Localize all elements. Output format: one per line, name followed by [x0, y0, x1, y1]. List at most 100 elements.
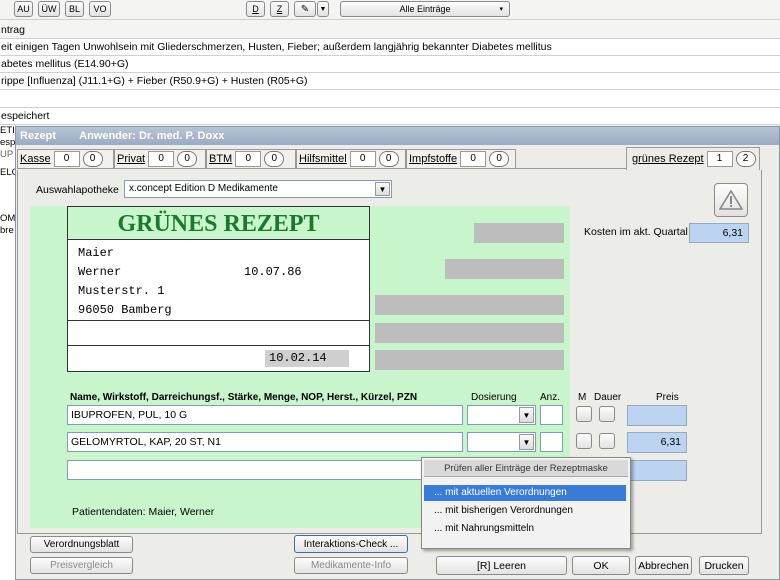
dosierung-select[interactable]: ▼ [467, 432, 536, 452]
prescription-date: 10.02.14 [265, 350, 349, 367]
dialog-title: Rezept [20, 130, 57, 142]
form-blank-row [68, 322, 369, 346]
patient-city: 96050 Bamberg [78, 303, 172, 317]
toolbar-button-z[interactable]: Z [270, 1, 289, 17]
preisvergleich-button: Preisvergleich [30, 557, 133, 574]
column-header-m: M [578, 392, 587, 403]
tab-circle-count: 0 [177, 151, 198, 167]
tab-label: BTM [209, 153, 233, 165]
apotheke-value: x.concept Edition D Medikamente [129, 183, 278, 194]
column-header-dauer: Dauer [594, 392, 622, 403]
record-row[interactable]: ntrag [0, 22, 780, 39]
toolbar-button-d[interactable]: D [246, 1, 265, 17]
record-row[interactable]: espeichert [0, 108, 780, 125]
tab-btm[interactable]: BTM 0 0 [206, 149, 296, 169]
price-cell [627, 405, 687, 426]
gray-field [375, 295, 564, 315]
column-header-name: Name, Wirkstoff, Darreichungsf., Stärke,… [70, 392, 418, 403]
side-label: bre [0, 225, 14, 236]
tab-impfstoffe[interactable]: Impfstoffe 0 0 [406, 149, 516, 169]
filter-dropdown[interactable]: Alle Einträge ▾ [340, 1, 510, 17]
gray-field [375, 350, 564, 370]
form-date-row: 10.02.14 [68, 347, 369, 371]
ok-button[interactable]: OK [572, 556, 630, 575]
tab-gruenes-rezept[interactable]: grünes Rezept 1 2 [626, 147, 760, 170]
chevron-down-icon[interactable]: ▼ [519, 434, 534, 450]
column-header-anz: Anz. [540, 392, 561, 403]
anzahl-input[interactable] [540, 405, 563, 425]
medikamente-info-button: Medikamente-Info [294, 557, 408, 574]
apotheke-select[interactable]: x.concept Edition D Medikamente ▼ [124, 180, 392, 198]
patient-firstname: Werner 10.07.86 [78, 263, 369, 282]
toolbar-button-uew[interactable]: ÜW [38, 1, 60, 17]
chevron-down-icon[interactable]: ▼ [375, 182, 390, 196]
patient-street: Musterstr. 1 [78, 284, 165, 298]
tab-circle-count: 2 [735, 151, 756, 167]
tab-hilfsmittel[interactable]: Hilfsmittel 0 0 [296, 149, 406, 169]
pencil-icon: ✎ [300, 3, 310, 15]
dialog-title-bar[interactable]: Rezept Anwender: Dr. med. P. Doxx [16, 127, 779, 145]
popup-item-bisherige[interactable]: ... mit bisherigen Verordnungen [424, 503, 626, 519]
tab-count: 0 [349, 151, 376, 167]
column-header-dosierung: Dosierung [471, 392, 517, 403]
tab-count: 0 [235, 151, 262, 167]
side-label: OM [0, 213, 16, 224]
side-label: ETI [0, 125, 15, 136]
popup-item-nahrungsmittel[interactable]: ... mit Nahrungsmitteln [424, 521, 626, 537]
side-label: UP [0, 149, 14, 160]
tab-circle-count: 0 [82, 151, 103, 167]
toolbar-button-bl[interactable]: BL [65, 1, 84, 17]
chevron-down-icon: ▾ [499, 6, 503, 13]
filter-value: Alle Einträge [399, 4, 451, 14]
leeren-button[interactable]: [R] Leeren [436, 556, 567, 575]
side-label: ELC [0, 167, 15, 178]
record-row[interactable] [0, 90, 780, 108]
record-row[interactable]: abetes mellitus (E14.90+G) [0, 56, 780, 73]
medication-name-input[interactable]: GELOMYRTOL, KAP, 20 ST, N1 [67, 432, 463, 452]
dauer-button[interactable] [599, 406, 615, 422]
gray-field [474, 223, 564, 243]
patient-address: Maier Werner 10.07.86 Musterstr. 1 96050… [68, 240, 369, 321]
prescription-form: GRÜNES REZEPT Maier Werner 10.07.86 Must… [67, 206, 370, 372]
patient-firstname-text: Werner [78, 265, 122, 279]
tab-label: Privat [117, 153, 146, 165]
interaktions-check-button[interactable]: Interaktions-Check ... [294, 535, 408, 553]
tab-circle-count: 0 [378, 151, 399, 167]
abbrechen-button[interactable]: Abbrechen [635, 556, 692, 575]
price-cell: 6,31 [627, 432, 687, 453]
form-title: GRÜNES REZEPT [68, 207, 369, 240]
record-row[interactable]: eit einigen Tagen Unwohlsein mit Glieder… [0, 39, 780, 56]
toolbar-button-vo[interactable]: VO [89, 1, 111, 17]
tab-privat[interactable]: Privat 0 0 [114, 149, 206, 169]
warning-button[interactable] [714, 183, 748, 217]
tab-label: Impfstoffe [409, 153, 458, 165]
dauer-button[interactable] [599, 433, 615, 449]
m-checkbox[interactable] [576, 433, 592, 449]
d-label: D [252, 4, 259, 14]
dialog-user: Anwender: Dr. med. P. Doxx [79, 130, 225, 142]
edit-dropdown-button[interactable]: ▼ [317, 1, 329, 17]
edit-icon-button[interactable]: ✎ [294, 1, 316, 17]
popup-item-aktuelle[interactable]: ... mit aktuellen Verordnungen [424, 485, 626, 501]
tab-kasse[interactable]: Kasse 0 0 [17, 149, 114, 169]
popup-header: Prüfen aller Einträge der Rezeptmaske [424, 460, 628, 477]
verordnungsblatt-button[interactable]: Verordnungsblatt [30, 536, 133, 553]
drucken-button[interactable]: Drucken [699, 556, 749, 575]
medication-name-input[interactable]: IBUPROFEN, PUL, 10 G [67, 405, 463, 425]
tab-label: Hilfsmittel [299, 153, 347, 165]
chevron-down-icon[interactable]: ▼ [519, 407, 534, 423]
anzahl-input[interactable] [540, 432, 563, 452]
interaktions-popup-menu: Prüfen aller Einträge der Rezeptmaske ..… [421, 457, 631, 549]
tab-circle-count: 0 [264, 151, 285, 167]
side-label [0, 183, 15, 213]
tab-label: Kasse [20, 153, 51, 165]
record-row[interactable]: rippe [Influenza] (J11.1+G) + Fieber (R5… [0, 73, 780, 90]
chevron-down-icon: ▼ [319, 5, 327, 13]
medication-name-input[interactable] [67, 460, 463, 480]
toolbar-button-au[interactable]: AU [14, 1, 33, 17]
tab-strip-filler [516, 149, 626, 169]
m-checkbox[interactable] [576, 406, 592, 422]
kosten-label: Kosten im akt. Quartal [584, 226, 688, 238]
patient-surname: Maier [78, 246, 115, 260]
dosierung-select[interactable]: ▼ [467, 405, 536, 425]
